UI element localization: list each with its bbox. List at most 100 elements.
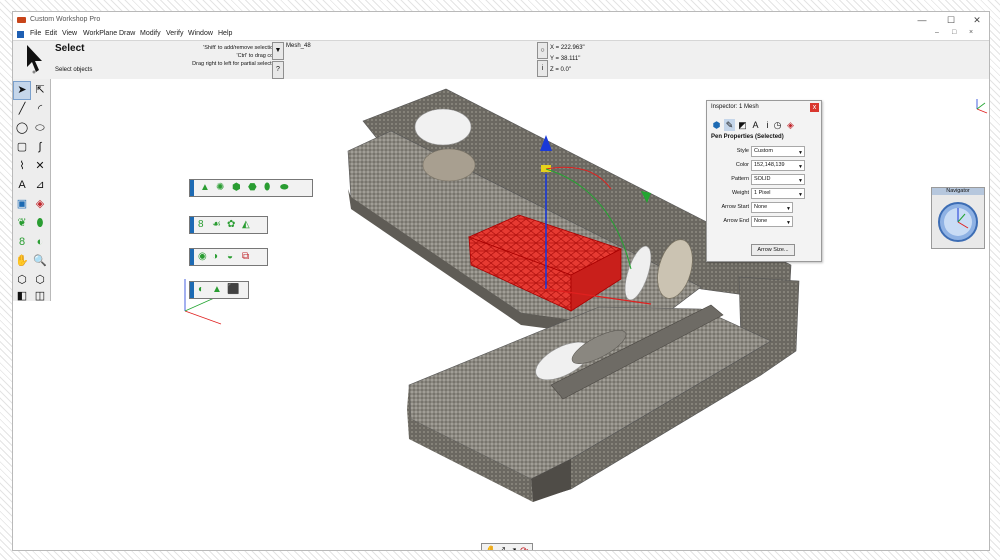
weight-select[interactable]: 1 Pixel ▼	[751, 188, 805, 199]
palette-grip[interactable]	[190, 249, 194, 265]
menu-file[interactable]: File	[30, 30, 41, 37]
text-properties-icon[interactable]: A	[750, 119, 761, 131]
select-tool-icon[interactable]: ➤	[13, 81, 31, 100]
view-cube-alt-icon[interactable]: ⬡	[32, 272, 48, 289]
fill-properties-icon[interactable]: ◩	[737, 119, 748, 131]
palette-primitives[interactable]: ▲ ✺ ⬢ ⬣ ⬮ ⬬	[189, 179, 313, 197]
split-icon[interactable]: ⧉	[242, 251, 253, 262]
doc-restore-button[interactable]: □	[952, 29, 956, 36]
circle-tool-icon[interactable]: ◯	[14, 120, 30, 137]
palette-grip[interactable]	[190, 282, 194, 298]
inspector-panel[interactable]: Inspector: 1 Mesh x ⬢ ✎ ◩ A i ◷ ◈ Pen Pr…	[706, 100, 822, 262]
palette-grip[interactable]	[190, 217, 194, 233]
palette-grip[interactable]	[190, 180, 194, 196]
loft-icon[interactable]: ▲	[212, 284, 223, 295]
fly-view-icon[interactable]: ➚	[509, 546, 520, 550]
direct-select-tool-icon[interactable]: ⇱	[32, 82, 48, 99]
extrude-icon[interactable]: ⬛	[227, 284, 239, 295]
rectangle-tool-icon[interactable]: ▢	[14, 139, 30, 156]
chain-tool-icon[interactable]: 8	[14, 234, 30, 251]
line-tool-icon[interactable]: ╱	[14, 101, 30, 118]
navigator-orbit-icon[interactable]	[932, 196, 984, 248]
inspector-title: Inspector: 1 Mesh	[711, 104, 759, 110]
document-icon[interactable]	[17, 31, 24, 38]
menu-window[interactable]: Window	[188, 30, 213, 37]
menu-help[interactable]: Help	[218, 30, 232, 37]
palette-boolean[interactable]: ◉ ◑ ◒ ⧉	[189, 248, 268, 266]
ellipse-tool-icon[interactable]: ⬭	[32, 120, 48, 137]
menu-view[interactable]: View	[62, 30, 77, 37]
drawing-canvas[interactable]: ▲ ✺ ⬢ ⬣ ⬮ ⬬ 8 ☙ ✿ ◭ ◉ ◑ ◒ ⧉ ◐ ▲ ⬛ Naviga…	[51, 79, 989, 550]
render-cube-icon[interactable]: ◧	[14, 288, 30, 305]
taper-icon[interactable]: ✿	[227, 219, 238, 230]
doc-minimize-button[interactable]: –	[935, 29, 939, 36]
help-button[interactable]: ?	[272, 61, 284, 79]
zoom-view-icon[interactable]: ⤢	[497, 546, 508, 550]
sphere-icon[interactable]: ⬢	[232, 182, 243, 193]
coord-z: Z = 0.0"	[550, 67, 571, 73]
inspector-heading: Pen Properties (Selected)	[711, 134, 784, 140]
maximize-button[interactable]: ☐	[944, 14, 958, 26]
object-name-field[interactable]: Mesh_48	[286, 43, 311, 49]
arc-tool-icon[interactable]: ◜	[32, 101, 48, 118]
sphere-tool-icon[interactable]: ❦	[14, 215, 30, 232]
close-button[interactable]: ✕	[970, 14, 984, 26]
style-select[interactable]: Custom ▼	[751, 146, 805, 157]
text-tool-icon[interactable]: A	[14, 177, 30, 194]
bottom-view-palette[interactable]: ✋ ⤢ ➚ ⟳	[481, 543, 533, 550]
modify-tool-icon[interactable]: ◈	[32, 196, 48, 213]
menu-modify[interactable]: Modify	[140, 30, 161, 37]
pen-properties-icon[interactable]: ✎	[724, 119, 735, 131]
arrow-start-select[interactable]: None ▼	[751, 202, 793, 213]
orbit-view-icon[interactable]: ⟳	[520, 546, 531, 550]
pyramid-icon[interactable]: ◭	[242, 219, 253, 230]
menu-verify[interactable]: Verify	[166, 30, 184, 37]
zoom-tool-icon[interactable]: 🔍	[32, 253, 48, 270]
polyline-tool-icon[interactable]: ⌇	[14, 158, 30, 175]
dimension-properties-icon[interactable]: ◷	[772, 119, 783, 131]
color-value: 152,148,139	[754, 162, 785, 168]
palette-deform[interactable]: 8 ☙ ✿ ◭	[189, 216, 268, 234]
arrow-end-select[interactable]: None ▼	[751, 216, 793, 227]
curve-tool-icon[interactable]: ∫	[32, 139, 48, 156]
mesh-tool-icon[interactable]: ▣	[14, 196, 30, 213]
pan-view-icon[interactable]: ✋	[485, 546, 497, 550]
subtract-icon[interactable]: ◑	[212, 251, 223, 262]
coord-x: X = 222.963"	[550, 45, 585, 51]
coordinate-mode-button[interactable]: ○	[537, 42, 548, 59]
torus-icon[interactable]: ✺	[216, 182, 227, 193]
cone-icon[interactable]: ▲	[200, 182, 211, 193]
material-properties-icon[interactable]: ◈	[785, 119, 796, 131]
bend-icon[interactable]: ☙	[212, 219, 223, 230]
sweep-icon[interactable]: ◐	[198, 284, 209, 295]
doc-close-button[interactable]: ×	[969, 29, 973, 36]
inspector-close-button[interactable]: x	[810, 103, 819, 112]
box-icon[interactable]: ⬣	[248, 182, 259, 193]
minimize-button[interactable]: —	[915, 14, 929, 26]
extrude-tool-icon[interactable]: ⬮	[32, 215, 48, 232]
trim-tool-icon[interactable]: ✕	[32, 158, 48, 175]
pattern-select[interactable]: SOLID ▼	[751, 174, 805, 185]
intersect-icon[interactable]: ◒	[227, 251, 238, 262]
cylinder-icon[interactable]: ⬮	[264, 182, 275, 193]
pan-tool-icon[interactable]: ✋	[14, 253, 30, 270]
view-cube-icon[interactable]: ⬡	[14, 272, 30, 289]
palette-surfaces[interactable]: ◐ ▲ ⬛	[189, 281, 249, 299]
dimension-tool-icon[interactable]: ⊿	[32, 177, 48, 194]
arrow-size-button[interactable]: Arrow Size...	[751, 244, 795, 256]
twist-icon[interactable]: 8	[198, 219, 209, 230]
menu-draw[interactable]: Draw	[119, 30, 135, 37]
menu-workplane[interactable]: WorkPlane	[83, 30, 117, 37]
title-bar[interactable]: Custom Workshop Pro — ☐ ✕	[13, 12, 989, 29]
union-icon[interactable]: ◉	[198, 251, 209, 262]
wireframe-cube-icon[interactable]: ◫	[32, 288, 48, 305]
lens-icon[interactable]: ⬬	[280, 182, 291, 193]
arrow-start-value: None	[754, 204, 768, 210]
object-properties-icon[interactable]: ⬢	[711, 119, 722, 131]
object-dropdown-button[interactable]: ▼	[272, 42, 284, 60]
coordinate-info-button[interactable]: i	[537, 60, 548, 77]
navigator-panel[interactable]: Navigator	[931, 187, 985, 249]
color-select[interactable]: 152,148,139 ▼	[751, 160, 805, 171]
menu-edit[interactable]: Edit	[45, 30, 57, 37]
bend-tool-icon[interactable]: ◐	[32, 234, 48, 251]
